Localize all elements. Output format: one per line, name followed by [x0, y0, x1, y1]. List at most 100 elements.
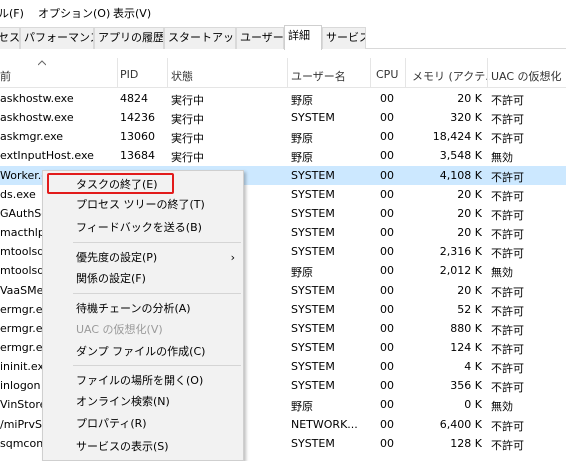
context-menu-label: ダンプ ファイルの作成(C) [76, 345, 206, 358]
cell-mem: 6,400 K [439, 417, 482, 431]
menu-view[interactable]: 表示(V) [113, 5, 151, 21]
cell-uac: 不許可 [491, 132, 524, 146]
context-menu-item[interactable]: 関係の設定(F) [43, 269, 243, 289]
context-menu-item: UAC の仮想化(V) [43, 320, 243, 340]
cell-cpu: 00 [380, 226, 394, 240]
column-name[interactable]: 前 [0, 68, 100, 84]
context-menu-label: UAC の仮想化(V) [76, 323, 163, 336]
cell-cpu: 00 [380, 264, 394, 278]
context-menu-item[interactable]: オンライン検索(N) [43, 392, 243, 412]
cell-name: askmgr.exe [0, 130, 64, 144]
cell-user: SYSTEM [291, 187, 335, 201]
cell-uac: 不許可 [491, 189, 524, 203]
cell-user: SYSTEM [291, 321, 335, 335]
context-menu: タスクの終了(E) プロセス ツリーの終了(T) フィードバックを送る(B) 優先度の… [42, 170, 244, 461]
cell-uac: 不許可 [491, 304, 524, 318]
table-row[interactable]: askmgr.exe 13060 実行中 野原 00 18,424 K 不許可 [0, 127, 566, 146]
cell-pid: 13060 [120, 130, 155, 144]
context-menu-label: フィードバックを送る(B) [76, 221, 202, 234]
context-menu-item[interactable]: 優先度の設定(P) › [43, 248, 243, 268]
cell-user: SYSTEM [291, 360, 335, 374]
cell-cpu: 00 [380, 417, 394, 431]
cell-user: SYSTEM [291, 302, 335, 316]
cell-user: 野原 [291, 94, 313, 107]
table-row[interactable]: extInputHost.exe 13684 実行中 野原 00 3,548 K 無効 [0, 146, 566, 165]
cell-mem: 320 K [450, 111, 482, 125]
cell-cpu: 00 [380, 379, 394, 393]
table-row[interactable]: askhostw.exe 14236 実行中 SYSTEM 00 320 K 不許可 [0, 108, 566, 127]
cell-uac: 無効 [491, 400, 513, 414]
cell-mem: 0 K [464, 398, 482, 412]
cell-cpu: 00 [380, 206, 394, 220]
cell-status: 実行中 [171, 132, 204, 146]
context-menu-item[interactable]: ファイルの場所を開く(O) [43, 371, 243, 391]
cell-uac: 無効 [491, 151, 513, 165]
cell-mem: 128 K [450, 436, 482, 450]
column-divider[interactable] [117, 58, 118, 88]
cell-cpu: 00 [380, 245, 394, 259]
cell-uac: 不許可 [491, 228, 524, 242]
context-menu-item[interactable]: フィードバックを送る(B) [43, 218, 243, 238]
column-divider[interactable] [370, 58, 371, 88]
column-user[interactable]: ユーザー名 [291, 68, 357, 84]
cell-cpu: 00 [380, 302, 394, 316]
cell-cpu: 00 [380, 398, 394, 412]
column-divider[interactable] [405, 58, 406, 88]
column-status[interactable]: 状態 [171, 68, 271, 84]
tab-strip: セス パフォーマンス アプリの履歴 スタートアップ ユーザー 詳細 サービス [0, 25, 566, 50]
menu-file[interactable]: ル(F) [0, 5, 24, 21]
cell-uac: 不許可 [491, 208, 524, 222]
cell-name: extInputHost.exe [0, 149, 94, 163]
cell-cpu: 00 [380, 436, 394, 450]
cell-cpu: 00 [380, 149, 394, 163]
cell-mem: 18,424 K [432, 130, 482, 144]
cell-uac: 不許可 [491, 247, 524, 261]
menu-options[interactable]: オプション(O) [38, 5, 110, 21]
context-menu-label: オンライン検索(N) [76, 395, 170, 408]
tab-services[interactable]: サービス [322, 27, 366, 49]
column-divider[interactable] [167, 58, 168, 88]
cell-cpu: 00 [380, 283, 394, 297]
tab-users[interactable]: ユーザー [236, 27, 284, 49]
tab-startup[interactable]: スタートアップ [164, 27, 236, 49]
cell-user: SYSTEM [291, 340, 335, 354]
tab-performance[interactable]: パフォーマンス [20, 27, 94, 49]
context-menu-label: 関係の設定(F) [76, 272, 146, 285]
context-menu-item[interactable]: ダンプ ファイルの作成(C) [43, 342, 243, 362]
tab-processes[interactable]: セス [0, 27, 20, 49]
context-menu-label: 優先度の設定(P) [76, 251, 158, 264]
column-header: 前 PID 状態 ユーザー名 CPU メモリ (アクテ... UAC の仮想化 [0, 58, 566, 88]
cell-user: SYSTEM [291, 168, 335, 182]
cell-uac: 不許可 [491, 381, 524, 395]
cell-cpu: 00 [380, 340, 394, 354]
cell-cpu: 00 [380, 321, 394, 335]
cell-user: 野原 [291, 400, 313, 414]
cell-mem: 20 K [457, 187, 482, 201]
cell-cpu: 00 [380, 187, 394, 201]
cell-mem: 4,108 K [439, 168, 482, 182]
context-menu-item[interactable]: プロパティ(R) [43, 414, 243, 434]
tab-app-history[interactable]: アプリの履歴 [94, 27, 164, 49]
context-menu-item[interactable]: プロセス ツリーの終了(T) [43, 195, 243, 215]
cell-uac: 不許可 [491, 362, 524, 376]
cell-mem: 20 K [457, 226, 482, 240]
column-pid[interactable]: PID [120, 68, 168, 81]
cell-user: 野原 [291, 151, 313, 165]
cell-uac: 不許可 [491, 323, 524, 337]
tab-details[interactable]: 詳細 [284, 25, 322, 50]
column-cpu[interactable]: CPU [376, 68, 402, 81]
cell-uac: 無効 [491, 266, 513, 280]
column-uac[interactable]: UAC の仮想化 [491, 68, 566, 84]
cell-user: 野原 [291, 266, 313, 280]
context-menu-item[interactable]: サービスの表示(S) [43, 437, 243, 457]
cell-uac: 不許可 [491, 113, 524, 127]
table-row[interactable]: askhostw.exe 4824 実行中 野原 00 20 K 不許可 [0, 89, 566, 108]
cell-name: askhostw.exe [0, 92, 74, 105]
column-divider[interactable] [287, 58, 288, 88]
column-divider[interactable] [487, 58, 488, 88]
cell-pid: 14236 [120, 111, 155, 125]
context-menu-item[interactable]: 待機チェーンの分析(A) [43, 299, 243, 319]
column-memory[interactable]: メモリ (アクテ... [412, 68, 490, 84]
cell-mem: 52 K [457, 302, 482, 316]
menu-bar: ル(F) オプション(O) 表示(V) [0, 0, 566, 24]
